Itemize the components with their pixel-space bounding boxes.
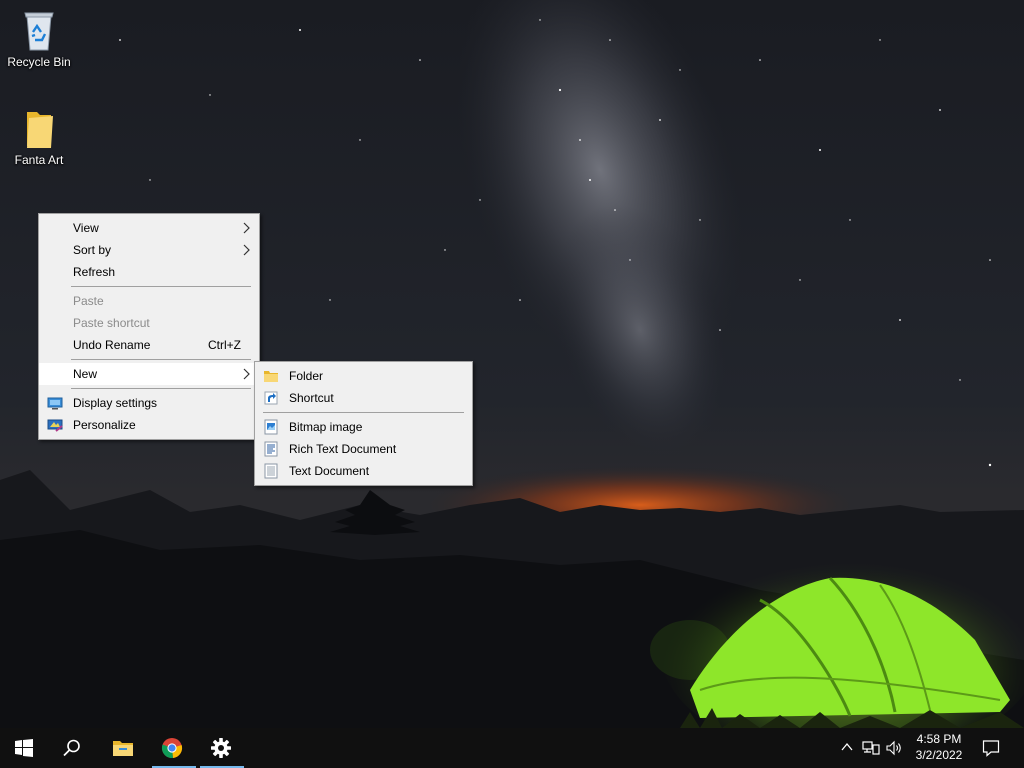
desktop-icon-recycle-bin[interactable]: Recycle Bin	[1, 8, 77, 69]
menu-item-label: Undo Rename	[73, 338, 151, 352]
clock-time: 4:58 PM	[916, 732, 962, 746]
menu-separator	[71, 359, 251, 360]
menu-item-view[interactable]: View	[39, 217, 259, 239]
file-explorer-icon	[113, 741, 133, 756]
menu-item-display-settings[interactable]: Display settings	[39, 392, 259, 414]
start-icon	[15, 739, 33, 757]
text-document-icon	[264, 463, 278, 479]
shortcut-icon	[264, 391, 278, 405]
taskbar-clock[interactable]: 4:58 PM 3/2/2022	[906, 731, 972, 763]
menu-item-label: Shortcut	[289, 391, 334, 405]
folder-icon	[27, 112, 53, 148]
notification-center-icon[interactable]	[982, 739, 1000, 757]
submenu-item-text-document[interactable]: Text Document	[255, 460, 472, 482]
chrome-icon	[161, 738, 183, 759]
chevron-right-icon	[243, 368, 250, 380]
menu-item-label: New	[73, 367, 98, 381]
menu-item-new[interactable]: New	[39, 363, 259, 385]
desktop-icon-label: Fanta Art	[14, 153, 64, 167]
menu-item-paste: Paste	[39, 290, 259, 312]
folder-icon	[264, 371, 278, 382]
rich-text-document-icon	[264, 441, 278, 457]
submenu-item-shortcut[interactable]: Shortcut	[255, 387, 472, 409]
menu-item-label: Display settings	[73, 396, 158, 410]
file-explorer-button[interactable]	[98, 728, 146, 768]
chevron-up-icon[interactable]	[840, 740, 854, 754]
menu-separator	[71, 388, 251, 389]
taskbar: 4:58 PM 3/2/2022	[0, 728, 1024, 768]
menu-item-label: Rich Text Document	[289, 442, 397, 456]
menu-item-label: Text Document	[289, 464, 370, 478]
menu-item-label: Personalize	[73, 418, 136, 432]
display-settings-icon	[47, 397, 63, 410]
menu-item-refresh[interactable]: Refresh	[39, 261, 259, 283]
menu-separator	[263, 412, 464, 413]
menu-item-shortcut: Ctrl+Z	[208, 338, 241, 352]
menu-separator	[71, 286, 251, 287]
chevron-right-icon	[243, 244, 250, 256]
volume-icon[interactable]	[886, 740, 904, 756]
menu-item-label: Paste	[73, 294, 104, 308]
network-icon[interactable]	[862, 740, 880, 756]
personalize-icon	[47, 419, 63, 432]
menu-item-label: Bitmap image	[289, 420, 363, 434]
desktop-context-menu: View Sort by Refresh Paste Paste shortcu…	[38, 213, 260, 440]
new-submenu: Folder Shortcut Bitmap image Rich Text D…	[254, 361, 473, 486]
submenu-item-rich-text-document[interactable]: Rich Text Document	[255, 438, 472, 460]
menu-item-sort-by[interactable]: Sort by	[39, 239, 259, 261]
chrome-button[interactable]	[150, 728, 198, 768]
start-button[interactable]	[0, 728, 48, 768]
settings-icon	[211, 738, 231, 758]
bitmap-image-icon	[264, 419, 278, 435]
menu-item-personalize[interactable]: Personalize	[39, 414, 259, 436]
settings-button[interactable]	[198, 728, 246, 768]
desktop-icon-label: Recycle Bin	[7, 55, 71, 69]
clock-date: 3/2/2022	[915, 748, 963, 762]
menu-item-label: View	[73, 221, 99, 235]
menu-item-label: Refresh	[73, 265, 116, 279]
submenu-item-bitmap-image[interactable]: Bitmap image	[255, 416, 472, 438]
search-button[interactable]	[48, 728, 96, 768]
desktop-icon-fanta-art[interactable]: Fanta Art	[1, 106, 77, 167]
submenu-item-folder[interactable]: Folder	[255, 365, 472, 387]
menu-item-label: Paste shortcut	[73, 316, 150, 330]
search-icon	[63, 739, 80, 757]
menu-item-undo-rename[interactable]: Undo Rename Ctrl+Z	[39, 334, 259, 356]
menu-item-paste-shortcut: Paste shortcut	[39, 312, 259, 334]
chevron-right-icon	[243, 222, 250, 234]
menu-item-label: Sort by	[73, 243, 112, 257]
menu-item-label: Folder	[289, 369, 324, 383]
recycle-bin-icon	[24, 12, 54, 51]
